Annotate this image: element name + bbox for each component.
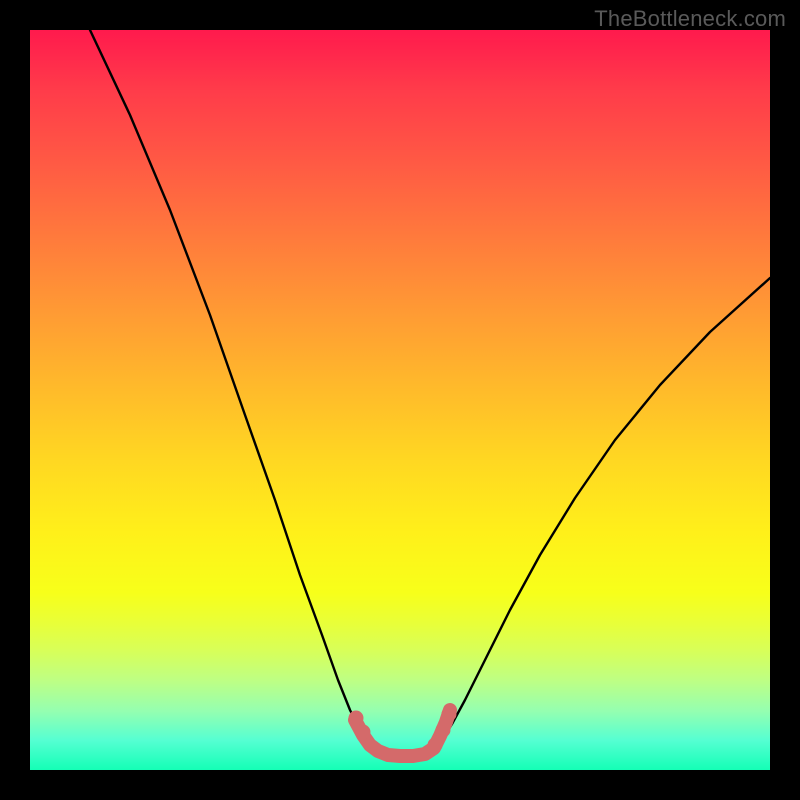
curve-layer <box>30 30 770 770</box>
highlight-dot <box>436 723 451 738</box>
plot-area <box>30 30 770 770</box>
watermark-text: TheBottleneck.com <box>594 6 786 32</box>
bottleneck-curve <box>90 30 770 756</box>
highlight-dot <box>356 725 371 740</box>
highlight-dot <box>349 711 364 726</box>
chart-frame: TheBottleneck.com <box>0 0 800 800</box>
highlight-dot <box>428 738 443 753</box>
highlight-dot <box>442 707 457 722</box>
